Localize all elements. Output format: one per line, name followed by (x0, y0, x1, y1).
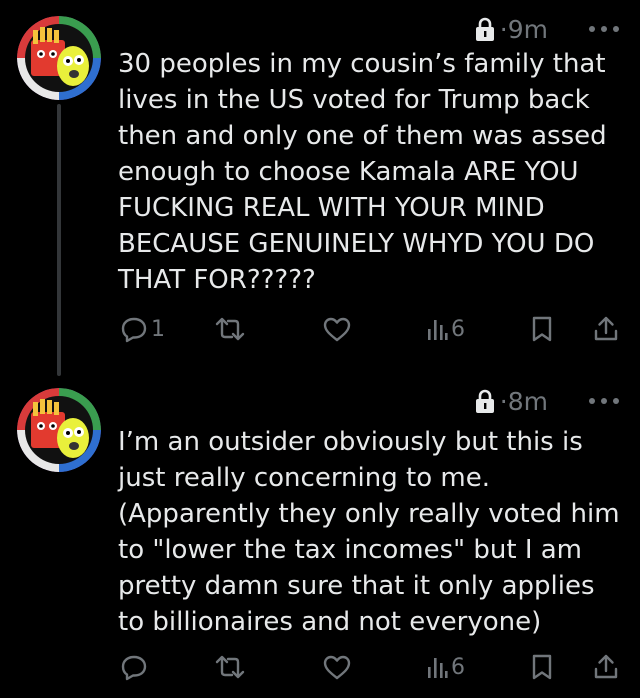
avatar[interactable] (17, 16, 101, 100)
retweet-icon (215, 655, 245, 679)
analytics-icon (428, 320, 448, 340)
post-meta: · 9m (474, 14, 548, 44)
post-text: 30 peoples in my cousin’s family that li… (118, 49, 607, 295)
bookmark-icon (532, 654, 552, 680)
post-meta: · 8m (474, 386, 548, 416)
views-button[interactable]: 6 (426, 314, 465, 344)
heart-icon (323, 317, 351, 342)
bookmark-icon (532, 316, 552, 342)
more-horizontal-icon[interactable] (585, 24, 623, 34)
post[interactable]: · 8m I’m an outsider obviously but this … (0, 372, 640, 698)
separator: · (499, 14, 508, 44)
share-button[interactable] (592, 652, 620, 682)
like-button[interactable] (322, 652, 355, 682)
avatar-image (17, 16, 101, 100)
more-horizontal-icon[interactable] (585, 396, 623, 406)
avatar-image (17, 388, 101, 472)
share-button[interactable] (592, 314, 620, 344)
reply-button[interactable]: 1 (120, 314, 165, 344)
reply-icon (121, 317, 147, 343)
reply-icon (121, 655, 147, 681)
reply-button[interactable] (120, 652, 151, 682)
action-bar: 6 (116, 652, 624, 682)
retweet-icon (215, 317, 245, 341)
view-count: 6 (451, 654, 465, 680)
thread-line (57, 104, 61, 376)
analytics-icon (428, 658, 448, 678)
timestamp[interactable]: 9m (508, 15, 548, 44)
post[interactable]: · 9m 30 peoples in my cousin’s family th… (0, 0, 640, 376)
view-count: 6 (451, 316, 465, 342)
like-button[interactable] (322, 314, 355, 344)
share-icon (594, 654, 618, 679)
heart-icon (323, 655, 351, 680)
retweet-button[interactable] (214, 652, 249, 682)
timestamp[interactable]: 8m (508, 387, 548, 416)
bookmark-button[interactable] (530, 652, 554, 682)
post-text: I’m an outsider obviously but this is ju… (118, 427, 620, 637)
reply-count: 1 (151, 316, 165, 342)
action-bar: 1 6 (116, 314, 624, 344)
avatar[interactable] (17, 388, 101, 472)
retweet-button[interactable] (214, 314, 249, 344)
lock-icon (475, 389, 494, 413)
bookmark-button[interactable] (530, 314, 554, 344)
views-button[interactable]: 6 (426, 652, 465, 682)
share-icon (594, 316, 618, 341)
separator: · (499, 386, 508, 416)
lock-icon (475, 17, 494, 41)
